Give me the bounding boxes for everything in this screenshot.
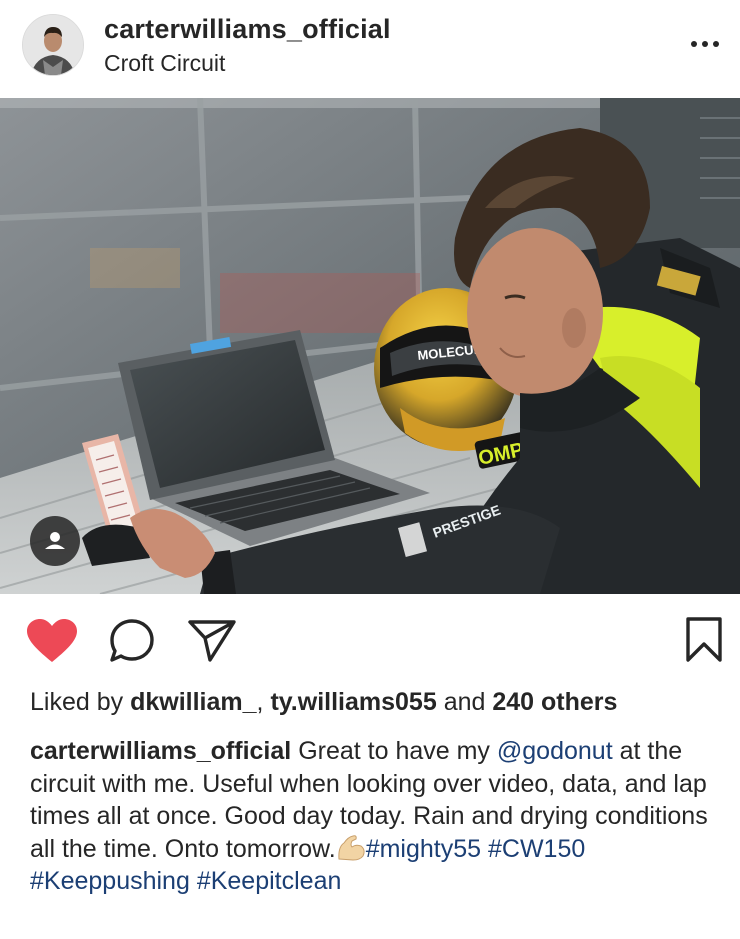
paper-plane-icon xyxy=(188,620,236,662)
more-options-button[interactable] xyxy=(686,34,726,54)
post-location[interactable]: Croft Circuit xyxy=(104,50,225,77)
likes-conjunction: and xyxy=(443,688,486,716)
post-photo[interactable]: MOLECULE OMP PRESTIGE xyxy=(0,98,740,594)
like-button[interactable] xyxy=(26,618,78,664)
flexed-biceps-icon xyxy=(336,833,366,861)
avatar-image xyxy=(23,15,83,75)
hashtag-link[interactable]: #Keepitclean xyxy=(197,867,342,895)
action-bar xyxy=(0,594,740,684)
heart-icon xyxy=(27,619,77,662)
share-button[interactable] xyxy=(186,616,238,664)
post-image: MOLECULE OMP PRESTIGE xyxy=(0,98,740,594)
liker-link-1[interactable]: dkwilliam_ xyxy=(130,688,256,716)
caption-mention[interactable]: @godonut xyxy=(497,737,613,765)
comment-icon xyxy=(110,619,154,662)
caption-text-1: Great to have my xyxy=(298,737,490,765)
post-header: carterwilliams_official Croft Circuit xyxy=(0,0,740,98)
more-icon xyxy=(691,41,719,47)
likes-others-link[interactable]: 240 others xyxy=(492,688,617,716)
hashtag-link[interactable]: #CW150 xyxy=(488,835,585,863)
tagged-users-button[interactable] xyxy=(30,516,80,566)
avatar[interactable] xyxy=(22,14,84,76)
hashtag-link[interactable]: #Keeppushing xyxy=(30,867,190,895)
post-caption: carterwilliams_official Great to have my… xyxy=(30,735,720,898)
likes-separator: , xyxy=(256,688,264,716)
likes-prefix: Liked by xyxy=(30,688,124,716)
caption-username[interactable]: carterwilliams_official xyxy=(30,737,291,765)
person-icon xyxy=(45,532,65,549)
save-button[interactable] xyxy=(684,616,724,664)
bookmark-icon xyxy=(686,617,722,662)
comment-button[interactable] xyxy=(108,618,156,664)
liker-link-2[interactable]: ty.williams055 xyxy=(270,688,436,716)
hashtag-link[interactable]: #mighty55 xyxy=(366,835,481,863)
post-username[interactable]: carterwilliams_official xyxy=(104,14,391,45)
likes-summary: Liked by dkwilliam_, ty.williams055 and … xyxy=(30,688,617,717)
